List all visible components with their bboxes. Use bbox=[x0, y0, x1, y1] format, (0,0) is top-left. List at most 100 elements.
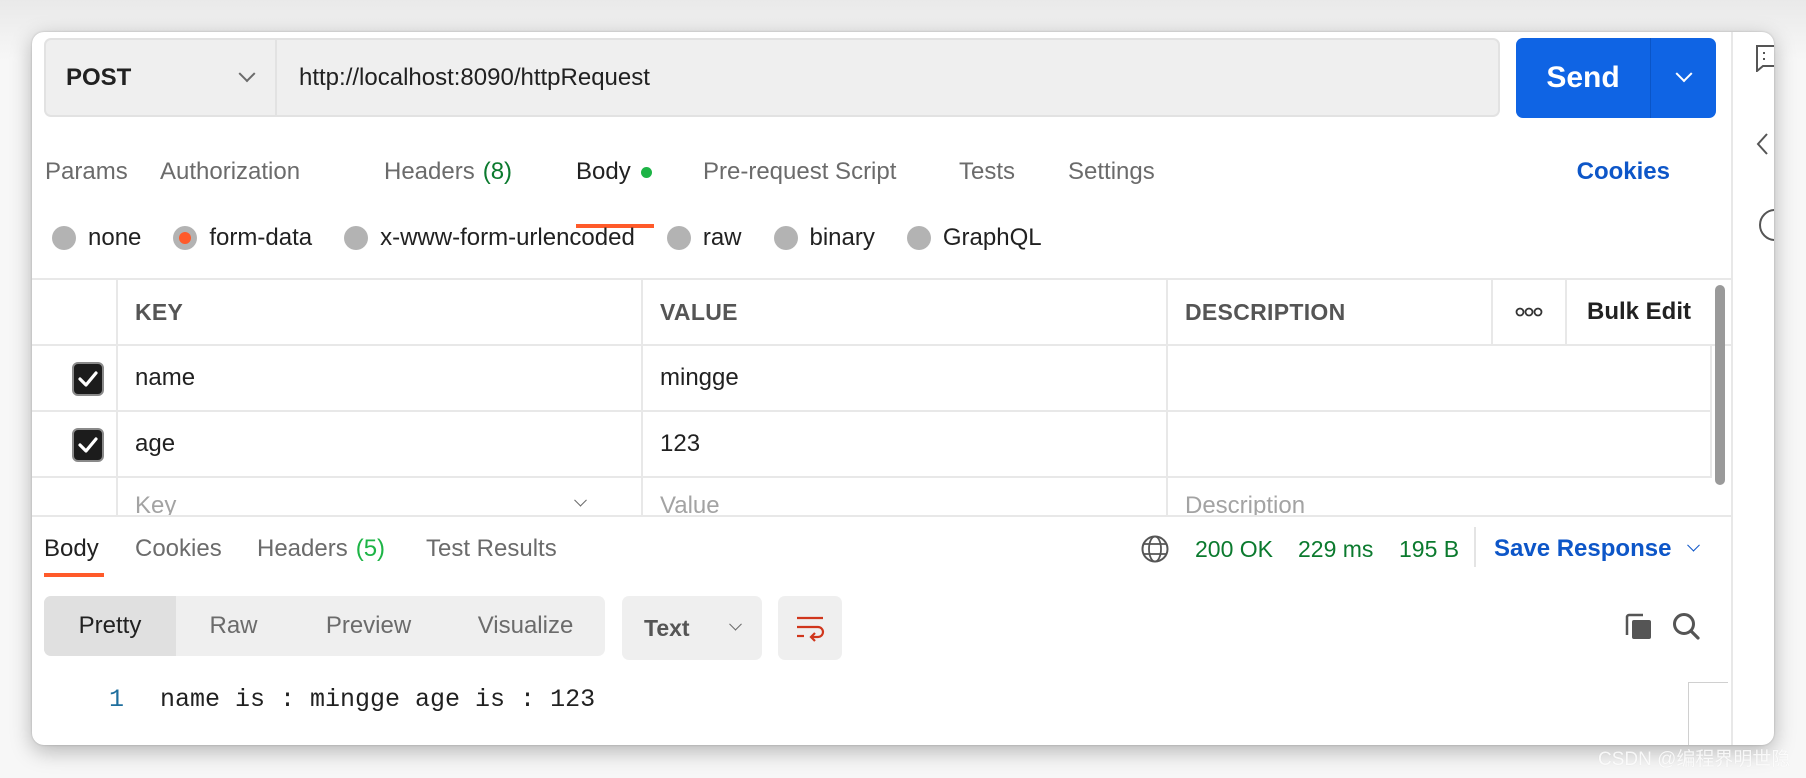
radio-icon bbox=[666, 226, 691, 250]
checkmark-icon bbox=[78, 437, 98, 453]
more-dots-icon bbox=[1515, 307, 1543, 317]
search-button[interactable] bbox=[1670, 609, 1702, 643]
url-bar: POST bbox=[44, 38, 1500, 117]
radio-binary[interactable]: binary bbox=[773, 224, 875, 252]
description-cell[interactable] bbox=[1166, 346, 1712, 410]
network-globe-icon[interactable] bbox=[1140, 529, 1170, 569]
radio-raw[interactable]: raw bbox=[666, 224, 742, 252]
tab-label: Headers bbox=[384, 158, 475, 185]
body-type-radios: none form-data x-www-form-urlencoded raw… bbox=[52, 220, 1074, 256]
view-preview[interactable]: Preview bbox=[291, 596, 446, 656]
row-enabled-checkbox[interactable] bbox=[72, 428, 104, 462]
documentation-icon[interactable] bbox=[1755, 44, 1774, 72]
chevron-down-icon bbox=[1687, 538, 1701, 552]
description-cell[interactable] bbox=[1166, 412, 1712, 476]
radio-icon bbox=[906, 226, 931, 250]
wrap-lines-button[interactable] bbox=[778, 596, 842, 660]
new-description-input[interactable]: Description bbox=[1166, 478, 1712, 515]
line-text[interactable]: name is : mingge age is : 123 bbox=[160, 685, 595, 714]
tab-label: Pre-request Script bbox=[703, 158, 897, 185]
radio-label: GraphQL bbox=[942, 224, 1042, 251]
radio-label: form-data bbox=[209, 224, 313, 251]
radio-label: binary bbox=[809, 224, 875, 251]
radio-graphql[interactable]: GraphQL bbox=[906, 224, 1042, 252]
method-label: POST bbox=[66, 63, 132, 91]
save-response-button[interactable]: Save Response bbox=[1494, 529, 1701, 569]
format-label: Text bbox=[644, 614, 690, 641]
copy-icon bbox=[1625, 613, 1651, 639]
response-size[interactable]: 195 B bbox=[1399, 529, 1459, 569]
tab-label: Body bbox=[44, 535, 99, 562]
tab-headers[interactable]: Headers (8) bbox=[384, 144, 512, 200]
view-pretty[interactable]: Pretty bbox=[44, 596, 176, 656]
row-enabled-checkbox[interactable] bbox=[72, 362, 104, 396]
radio-x-www-form-urlencoded[interactable]: x-www-form-urlencoded bbox=[344, 224, 635, 252]
more-options-button[interactable] bbox=[1491, 280, 1565, 344]
modified-dot-icon bbox=[640, 166, 652, 178]
view-raw[interactable]: Raw bbox=[176, 596, 291, 656]
table-row: age 123 bbox=[32, 412, 1712, 478]
tab-body[interactable]: Body bbox=[576, 144, 652, 200]
method-select[interactable]: POST bbox=[46, 40, 277, 115]
headers-count: (8) bbox=[482, 158, 513, 185]
value-cell[interactable]: 123 bbox=[641, 412, 1166, 476]
bulk-edit-button[interactable]: Bulk Edit bbox=[1565, 280, 1732, 344]
info-icon[interactable] bbox=[1755, 208, 1774, 242]
key-cell[interactable]: name bbox=[116, 346, 641, 410]
send-options-button[interactable] bbox=[1651, 38, 1716, 118]
response-time[interactable]: 229 ms bbox=[1298, 529, 1373, 569]
save-response-label: Save Response bbox=[1494, 535, 1672, 562]
radio-label: none bbox=[88, 224, 142, 251]
tab-authorization[interactable]: Authorization bbox=[160, 144, 300, 200]
radio-none[interactable]: none bbox=[52, 224, 141, 252]
request-tabs: Params Authorization Headers (8) Body Pre… bbox=[32, 144, 1732, 228]
cookies-link[interactable]: Cookies bbox=[1577, 144, 1670, 200]
radio-icon bbox=[344, 226, 369, 250]
form-data-table: KEY VALUE DESCRIPTION Bulk Edit name min… bbox=[32, 278, 1732, 515]
headers-count: (5) bbox=[355, 535, 386, 562]
tab-tests[interactable]: Tests bbox=[959, 144, 1015, 200]
response-tab-headers[interactable]: Headers (5) bbox=[257, 529, 385, 569]
tab-label: Tests bbox=[959, 158, 1016, 185]
response-tab-test-results[interactable]: Test Results bbox=[426, 529, 557, 569]
key-cell[interactable]: age bbox=[116, 412, 641, 476]
view-mode-segmented-control: Pretty Raw Preview Visualize bbox=[44, 596, 605, 656]
response-tab-body[interactable]: Body bbox=[44, 529, 99, 569]
response-tab-cookies[interactable]: Cookies bbox=[135, 529, 222, 569]
status-code[interactable]: 200 OK bbox=[1195, 529, 1273, 569]
table-header-row: KEY VALUE DESCRIPTION Bulk Edit bbox=[32, 280, 1732, 346]
tab-label: Body bbox=[576, 158, 631, 185]
value-cell[interactable]: mingge bbox=[641, 346, 1166, 410]
chevron-down-icon bbox=[1675, 65, 1692, 83]
radio-selected-icon bbox=[173, 226, 198, 250]
tab-settings[interactable]: Settings bbox=[1068, 144, 1155, 200]
tab-label: Settings bbox=[1068, 158, 1155, 185]
format-select[interactable]: Text bbox=[622, 596, 762, 660]
right-sidebar bbox=[1731, 32, 1774, 745]
column-header-description: DESCRIPTION bbox=[1166, 280, 1491, 344]
table-scrollbar[interactable] bbox=[1715, 285, 1725, 485]
radio-icon bbox=[773, 226, 798, 250]
url-input[interactable] bbox=[277, 40, 1498, 115]
editor-minimap bbox=[1688, 682, 1728, 745]
chevron-down-icon bbox=[238, 64, 256, 82]
send-button-group: Send bbox=[1516, 38, 1716, 118]
divider bbox=[1474, 527, 1476, 567]
active-tab-indicator bbox=[44, 573, 104, 577]
tab-pre-request-script[interactable]: Pre-request Script bbox=[703, 144, 896, 200]
tab-label: Cookies bbox=[135, 535, 222, 562]
send-button[interactable]: Send bbox=[1516, 38, 1651, 118]
radio-form-data[interactable]: form-data bbox=[173, 224, 312, 252]
watermark: CSDN @编程界明世隐 bbox=[1598, 749, 1791, 770]
view-visualize[interactable]: Visualize bbox=[446, 596, 605, 656]
copy-button[interactable] bbox=[1622, 609, 1654, 643]
tab-params[interactable]: Params bbox=[45, 144, 128, 200]
column-header-value: VALUE bbox=[641, 280, 1166, 344]
new-value-input[interactable]: Value bbox=[641, 478, 1166, 515]
line-number: 1 bbox=[108, 684, 124, 714]
key-placeholder: Key bbox=[135, 492, 177, 515]
new-key-input[interactable]: Key bbox=[116, 478, 641, 515]
table-row: name mingge bbox=[32, 346, 1712, 412]
checkmark-icon bbox=[78, 371, 98, 387]
chevron-left-icon[interactable] bbox=[1755, 132, 1769, 156]
